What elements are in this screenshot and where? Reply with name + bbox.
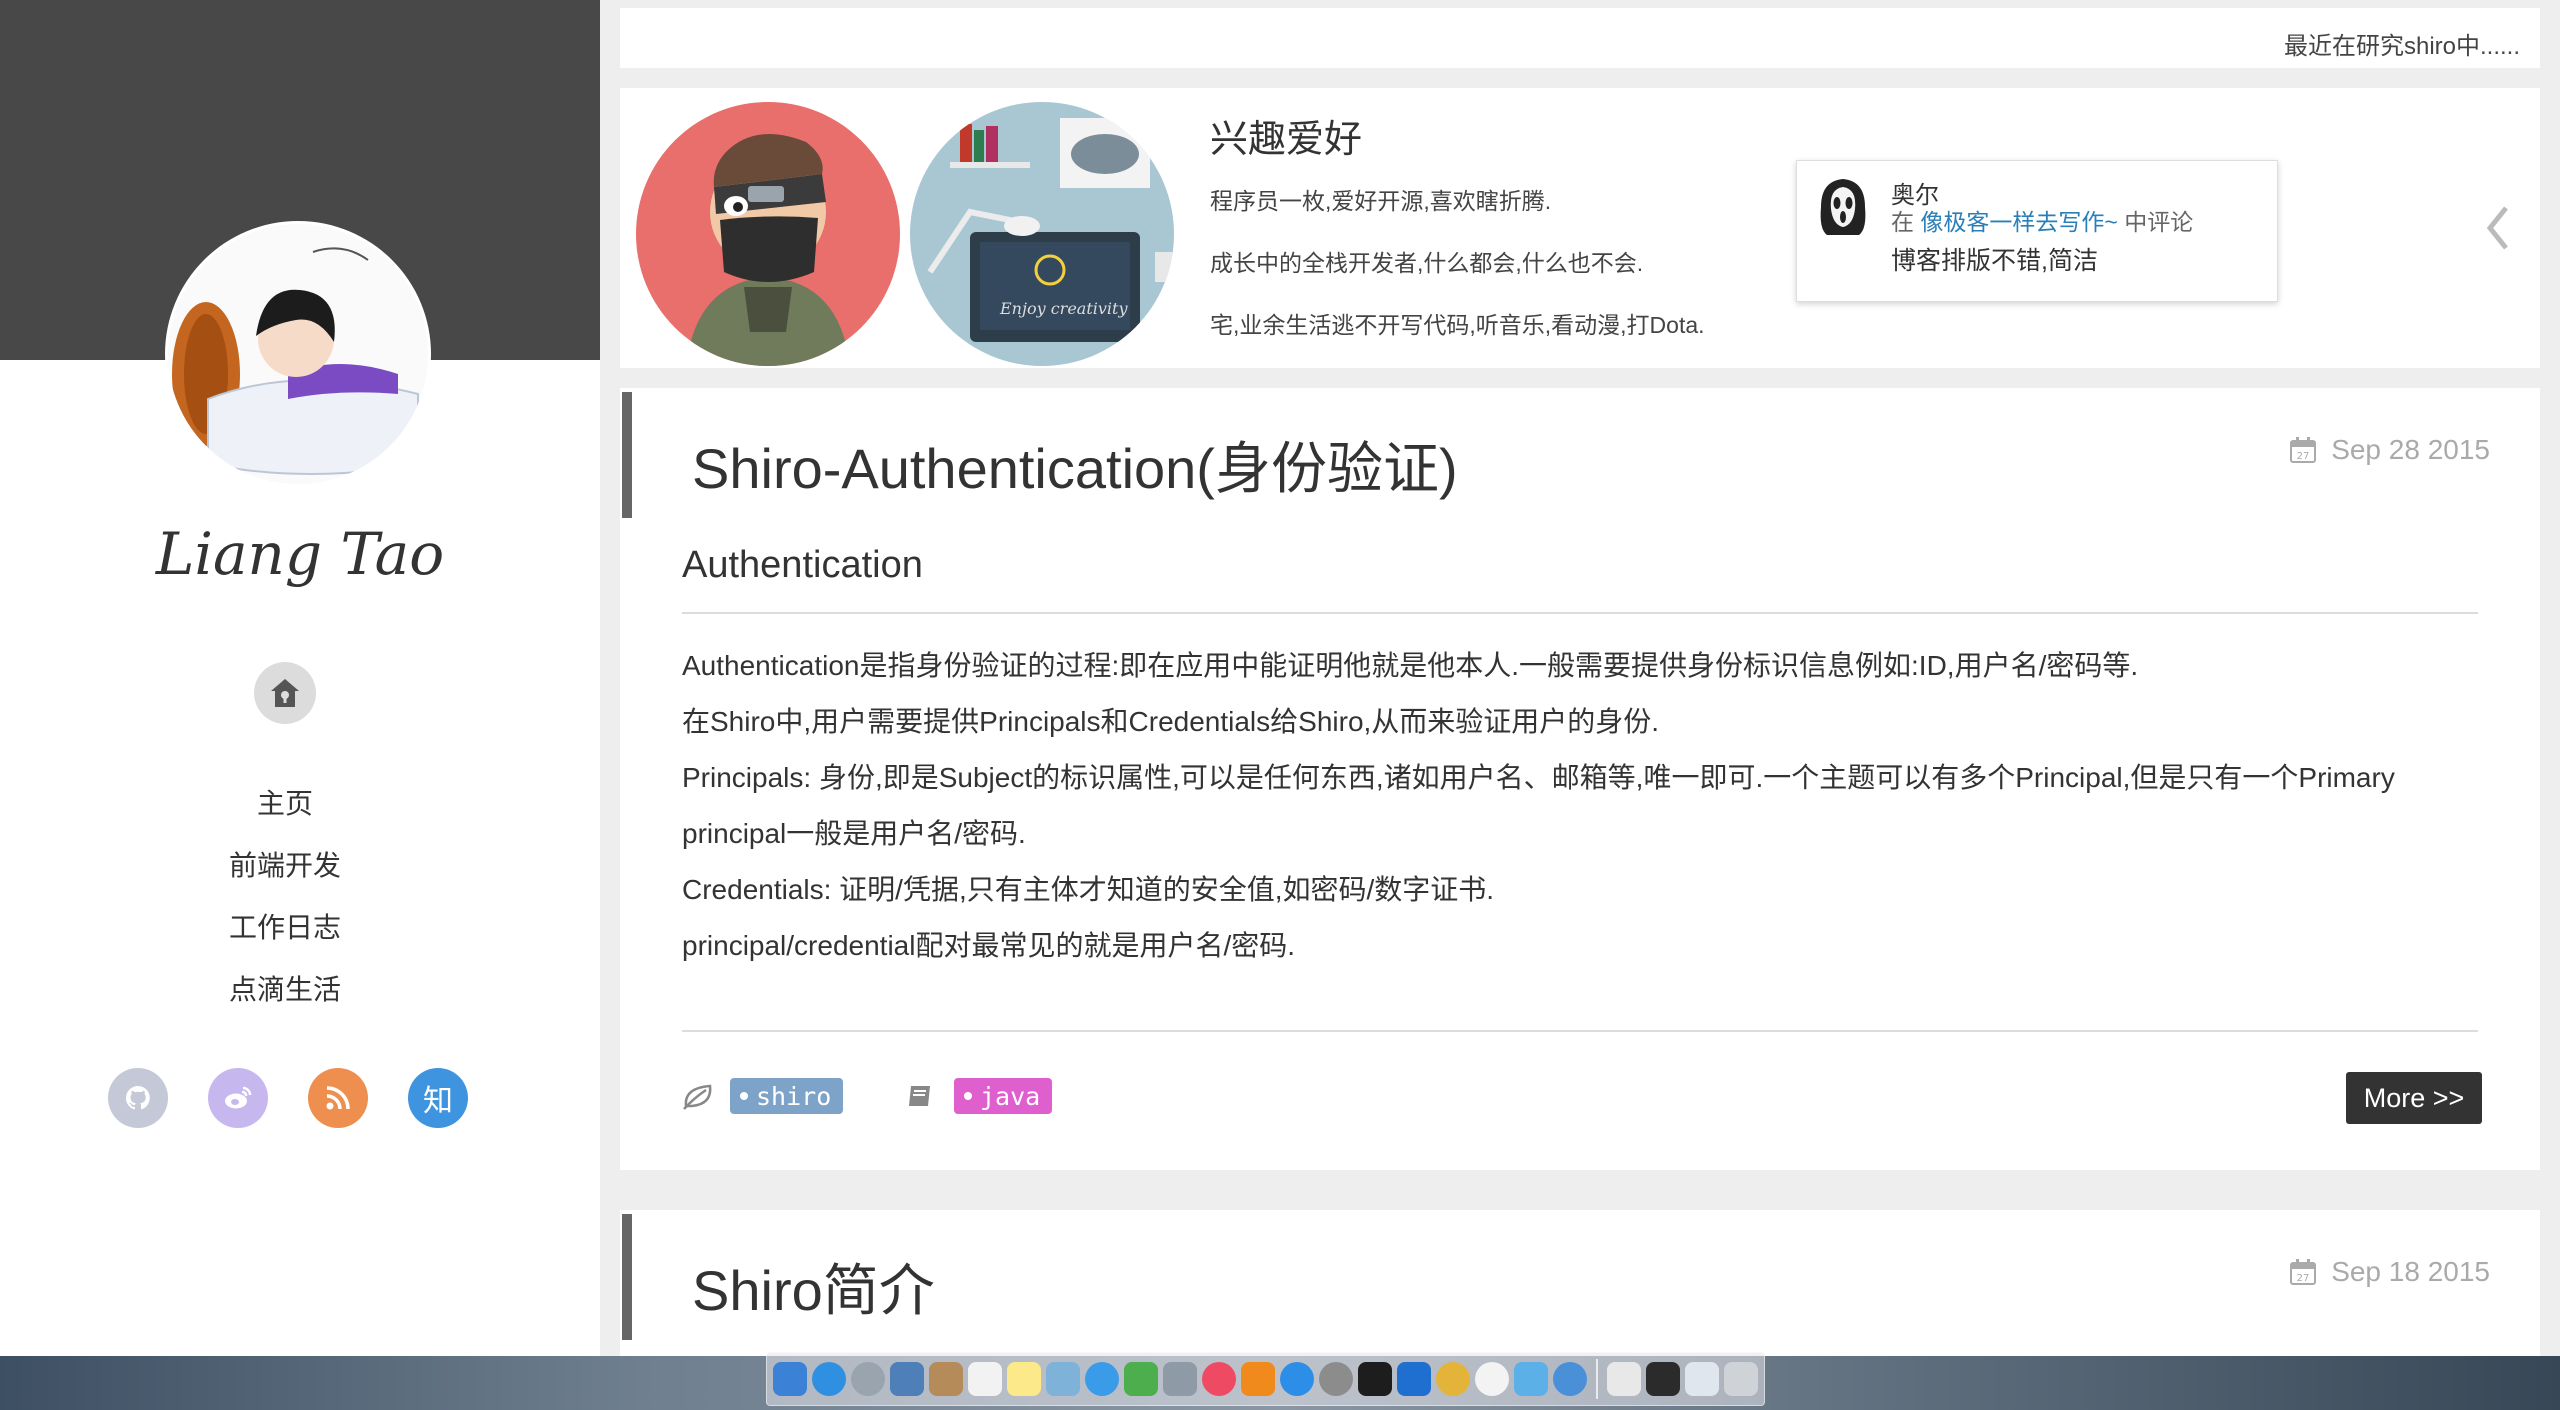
qq-icon[interactable] xyxy=(1475,1362,1509,1396)
post-paragraph: Credentials: 证明/凭据,只有主体才知道的安全值,如密码/数字证书. xyxy=(682,874,1495,905)
comment-post-link[interactable]: 像极客一样去写作~ xyxy=(1920,209,2117,235)
chevron-left-icon[interactable] xyxy=(2478,200,2518,256)
leaf-icon xyxy=(682,1082,714,1115)
about-line: 成长中的全栈开发者,什么都会,什么也不会. xyxy=(1210,250,1644,276)
window-icon[interactable] xyxy=(1646,1362,1680,1396)
tag-label: shiro xyxy=(756,1081,832,1111)
recent-comment-card[interactable]: 奥尔 在 像极客一样去写作~ 中评论 博客排版不错,简洁 xyxy=(1796,160,2278,302)
zhihu-icon[interactable]: 知 xyxy=(408,1068,468,1128)
post-date-text: Sep 28 2015 xyxy=(2331,434,2490,465)
category-label: java xyxy=(980,1081,1041,1111)
editor-icon[interactable] xyxy=(1397,1362,1431,1396)
comment-prefix: 在 xyxy=(1891,209,1921,235)
app-store-icon[interactable] xyxy=(1280,1362,1314,1396)
post-section-heading: Authentication xyxy=(682,544,923,586)
weibo-icon[interactable] xyxy=(208,1068,268,1128)
sidebar: Liang Tao 主页 前端开发 工作日志 点滴生活 知 xyxy=(0,0,600,1356)
utility-icon[interactable] xyxy=(1553,1362,1587,1396)
home-icon[interactable] xyxy=(254,662,316,724)
post-paragraph: Authentication是指身份验证的过程:即在应用中能证明他就是他本人.一… xyxy=(682,650,2139,681)
post-paragraph: principal一般是用户名/密码. xyxy=(682,818,1026,849)
post-accent-bar xyxy=(622,392,632,518)
desk-illustration: Enjoy creativity xyxy=(910,102,1174,366)
avatar[interactable] xyxy=(168,224,428,484)
folder-icon[interactable] xyxy=(1607,1362,1641,1396)
divider xyxy=(682,1030,2478,1032)
post-date: 27 Sep 18 2015 xyxy=(2289,1256,2490,1288)
trash-icon[interactable] xyxy=(1724,1362,1758,1396)
photos-icon[interactable] xyxy=(1163,1362,1197,1396)
status-text: 最近在研究shiro中...... xyxy=(2283,33,2520,60)
settings-icon[interactable] xyxy=(1319,1362,1353,1396)
mail-icon[interactable] xyxy=(890,1362,924,1396)
calendar-icon: 27 xyxy=(2290,437,2317,463)
finder-icon[interactable] xyxy=(773,1362,807,1396)
comment-body: 博客排版不错,简洁 xyxy=(1891,247,2098,275)
dock-separator xyxy=(1596,1359,1598,1399)
rss-icon[interactable] xyxy=(308,1068,368,1128)
commenter-avatar xyxy=(1815,177,1871,242)
calendar-app-icon[interactable] xyxy=(968,1362,1002,1396)
contacts-icon[interactable] xyxy=(929,1362,963,1396)
divider xyxy=(682,612,2478,614)
post-title[interactable]: Shiro简介 xyxy=(692,1246,935,1327)
terminal-icon[interactable] xyxy=(1358,1362,1392,1396)
post-card: Shiro-Authentication(身份验证) 27 Sep 28 201… xyxy=(620,388,2540,1170)
messages-icon[interactable] xyxy=(1085,1362,1119,1396)
music-icon[interactable] xyxy=(1202,1362,1236,1396)
books-icon[interactable] xyxy=(1241,1362,1275,1396)
post-date: 27 Sep 28 2015 xyxy=(2289,434,2490,466)
social-links: 知 xyxy=(108,1068,468,1128)
github-icon[interactable] xyxy=(108,1068,168,1128)
comment-meta: 在 像极客一样去写作~ 中评论 xyxy=(1891,203,2193,237)
ninja-illustration xyxy=(636,102,900,366)
calendar-icon: 27 xyxy=(2290,1259,2317,1285)
nav-item-frontend[interactable]: 前端开发 xyxy=(0,840,570,902)
about-panel: Enjoy creativity 兴趣爱好 程序员一枚,爱好开源,喜欢瞎折腾. … xyxy=(620,88,2540,368)
svg-text:Enjoy creativity: Enjoy creativity xyxy=(999,299,1128,318)
notes-icon[interactable] xyxy=(1007,1362,1041,1396)
nav-item-life[interactable]: 点滴生活 xyxy=(0,964,570,1026)
chrome-icon[interactable] xyxy=(1436,1362,1470,1396)
facetime-icon[interactable] xyxy=(1124,1362,1158,1396)
post-card: Shiro简介 27 Sep 18 2015 xyxy=(620,1210,2540,1356)
downloads-icon[interactable] xyxy=(1685,1362,1719,1396)
nav-item-home[interactable]: 主页 xyxy=(0,778,570,840)
about-line: 宅,业余生活逃不开写代码,听音乐,看动漫,打Dota. xyxy=(1210,312,1705,338)
more-button[interactable]: More >> xyxy=(2346,1072,2482,1124)
category-java[interactable]: java xyxy=(954,1078,1053,1114)
tag-shiro[interactable]: shiro xyxy=(730,1078,844,1114)
post-paragraph: Principals: 身份,即是Subject的标识属性,可以是任何东西,诸如… xyxy=(682,762,2395,793)
nav-item-worklog[interactable]: 工作日志 xyxy=(0,902,570,964)
svg-text:27: 27 xyxy=(2297,451,2310,462)
post-paragraph: 在Shiro中,用户需要提供Principals和Credentials给Shi… xyxy=(682,706,1660,737)
svg-text:27: 27 xyxy=(2297,1273,2310,1284)
author-name: Liang Tao xyxy=(155,520,445,588)
post-date-text: Sep 18 2015 xyxy=(2331,1256,2490,1287)
post-accent-bar xyxy=(622,1214,632,1340)
sidebar-nav: 主页 前端开发 工作日志 点滴生活 xyxy=(0,778,570,1026)
bird-app-icon[interactable] xyxy=(1514,1362,1548,1396)
book-icon xyxy=(906,1082,934,1115)
reminders-icon[interactable] xyxy=(1046,1362,1080,1396)
post-title[interactable]: Shiro-Authentication(身份验证) xyxy=(692,424,1458,505)
safari-icon[interactable] xyxy=(812,1362,846,1396)
about-title: 兴趣爱好 xyxy=(1210,119,1363,161)
comment-suffix: 中评论 xyxy=(2117,209,2194,235)
status-bar: 最近在研究shiro中...... xyxy=(620,8,2540,68)
about-line: 程序员一枚,爱好开源,喜欢瞎折腾. xyxy=(1210,188,1552,214)
dock xyxy=(766,1352,1765,1406)
post-paragraph: principal/credential配对最常见的就是用户名/密码. xyxy=(682,930,1296,961)
launchpad-icon[interactable] xyxy=(851,1362,885,1396)
